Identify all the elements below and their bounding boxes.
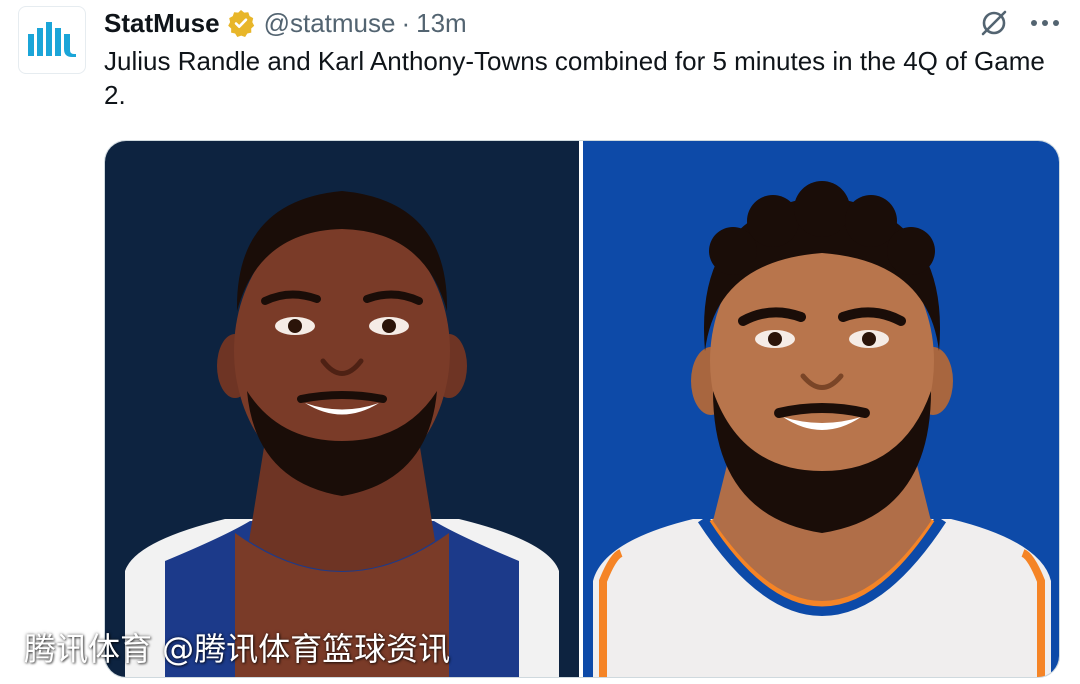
user-handle[interactable]: @statmuse bbox=[264, 8, 396, 39]
statmuse-avatar[interactable] bbox=[18, 6, 86, 74]
tweet-header: StatMuse @statmuse · 13m bbox=[104, 4, 1060, 42]
grok-icon[interactable] bbox=[978, 7, 1010, 39]
tweet-media[interactable] bbox=[104, 140, 1060, 678]
watermark-text: 腾讯体育 @腾讯体育篮球资讯 bbox=[24, 630, 451, 668]
media-image-left[interactable] bbox=[105, 141, 579, 677]
more-options-icon[interactable] bbox=[1030, 18, 1060, 28]
statmuse-logo-icon bbox=[28, 22, 76, 57]
media-image-right[interactable] bbox=[583, 141, 1059, 677]
header-actions bbox=[978, 7, 1060, 39]
separator-dot: · bbox=[401, 7, 411, 38]
display-name[interactable]: StatMuse bbox=[104, 8, 220, 39]
tweet-text: Julius Randle and Karl Anthony-Towns com… bbox=[104, 46, 1045, 110]
timestamp[interactable]: 13m bbox=[416, 8, 467, 39]
verified-badge-icon bbox=[226, 8, 256, 38]
